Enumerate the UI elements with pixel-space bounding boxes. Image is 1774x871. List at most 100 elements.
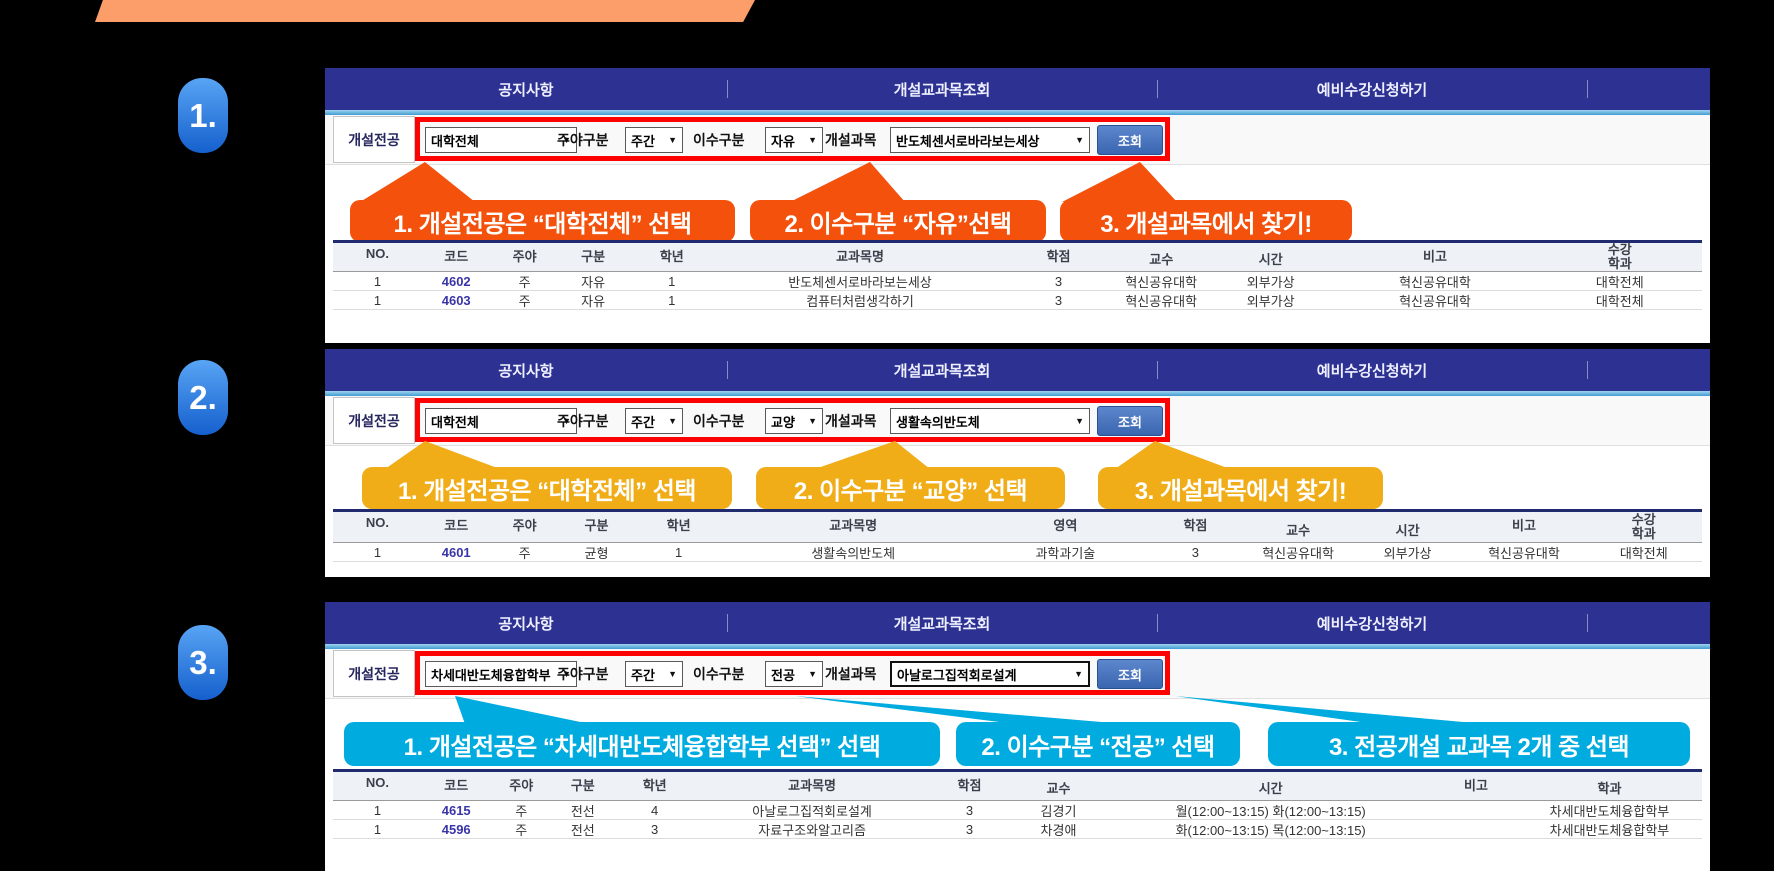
major-select[interactable]: 대학전체▼: [425, 127, 577, 153]
header-cell: 시간: [1353, 512, 1463, 542]
course-select-value: 반도체센서로바라보는세상: [896, 131, 1040, 150]
cell: 4: [614, 801, 696, 819]
callout-pointer: [1062, 162, 1177, 202]
tab-pre-registration[interactable]: 예비수강신청하기: [1157, 602, 1587, 644]
daynight-select[interactable]: 주간 ▼: [625, 661, 683, 687]
cell: 1: [333, 801, 422, 819]
cell: 대학전체: [1586, 543, 1702, 561]
filter-bar: 개설전공대학전체▼주야구분주간▼이수구분자유▼개설과목반도체센서로바라보는세상▼…: [325, 115, 1710, 165]
course-search-panel: 공지사항개설교과목조회예비수강신청하기개설전공차세대반도체융합학부▼주야구분주간…: [325, 602, 1710, 871]
header-cell: 구분: [559, 512, 634, 542]
tab-bar: 공지사항개설교과목조회예비수강신청하기: [325, 602, 1710, 644]
cell: 김경기: [1011, 801, 1107, 819]
cell: 전선: [552, 801, 614, 819]
cell: 3: [1004, 272, 1114, 290]
course-select[interactable]: 아날로그집적회로설계 ▼: [890, 661, 1090, 687]
cell: 1: [627, 291, 716, 309]
header-cell: 주야: [490, 772, 552, 800]
major-filter-label: 개설전공: [333, 116, 415, 163]
header-cell: 코드: [422, 243, 490, 271]
category-select-value: 교양: [771, 412, 795, 431]
tab-bar: 공지사항개설교과목조회예비수강신청하기: [325, 68, 1710, 110]
course-select-value: 아날로그집적회로설계: [897, 665, 1017, 684]
header-cell: 학점: [1148, 512, 1244, 542]
header-cell: 비고: [1462, 512, 1585, 542]
tab-course-list[interactable]: 개설교과목조회: [727, 602, 1157, 644]
course-code-link[interactable]: 4601: [422, 543, 490, 561]
callout-pointer: [790, 162, 905, 202]
tab-notice[interactable]: 공지사항: [325, 349, 727, 391]
chevron-down-icon: ▼: [808, 669, 817, 679]
course-select-value: 생활속의반도체: [896, 412, 980, 431]
daynight-select-value: 주간: [631, 665, 655, 684]
header-cell: 학년: [627, 243, 716, 271]
cell: 과학과기술: [983, 543, 1147, 561]
tab-notice[interactable]: 공지사항: [325, 602, 727, 644]
daynight-select[interactable]: 주간▼: [625, 408, 683, 434]
header-cell: 교수: [1243, 512, 1353, 542]
table-row: 14602주자유1반도체센서로바라보는세상3혁신공유대학외부가상혁신공유대학대학…: [333, 272, 1702, 291]
cell: 외부가상: [1209, 272, 1332, 290]
step-number-badge: 2.: [178, 360, 228, 435]
filter-bar: 개설전공차세대반도체융합학부▼주야구분주간▼이수구분전공▼개설과목아날로그집적회…: [325, 649, 1710, 699]
major-select[interactable]: 대학전체▼: [425, 408, 577, 434]
header-cell: NO.: [333, 772, 422, 800]
category-select[interactable]: 자유▼: [765, 127, 823, 153]
cell: 주: [490, 291, 558, 309]
table-row: 14601주균형1생활속의반도체과학과기술3혁신공유대학외부가상혁신공유대학대학…: [333, 543, 1702, 562]
header-cell: 구분: [552, 772, 614, 800]
cell: 자유: [559, 272, 627, 290]
chevron-down-icon: ▼: [1074, 669, 1083, 679]
tab-pre-registration[interactable]: 예비수강신청하기: [1157, 68, 1587, 110]
callout-pointer: [1175, 696, 1485, 724]
header-cell: 비고: [1332, 243, 1537, 271]
header-cell: 주야: [490, 512, 558, 542]
category-label: 이수구분: [693, 396, 745, 445]
category-select-value: 전공: [771, 665, 795, 684]
search-button[interactable]: 조회: [1097, 125, 1163, 155]
top-banner: [95, 0, 755, 22]
course-select[interactable]: 생활속의반도체 ▼: [890, 408, 1090, 434]
callout-step-2: 2. 이수구분 “교양” 선택: [756, 467, 1065, 509]
header-cell: 교과목명: [696, 772, 929, 800]
cell: 3: [928, 801, 1010, 819]
course-code-link[interactable]: 4602: [422, 272, 490, 290]
cell: 3: [1004, 291, 1114, 309]
course-select[interactable]: 반도체센서로바라보는세상▼: [890, 127, 1090, 153]
cell: 주: [490, 820, 552, 838]
category-select[interactable]: 전공 ▼: [765, 661, 823, 687]
header-cell: 시간: [1106, 772, 1435, 800]
chevron-down-icon: ▼: [1075, 416, 1084, 426]
category-select[interactable]: 교양▼: [765, 408, 823, 434]
header-cell: 교과목명: [723, 512, 983, 542]
callout-pointer: [455, 696, 590, 724]
cell: 외부가상: [1353, 543, 1463, 561]
tab-pre-registration[interactable]: 예비수강신청하기: [1157, 349, 1587, 391]
cell: 1: [333, 291, 422, 309]
category-select-value: 자유: [771, 131, 795, 150]
search-button[interactable]: 조회: [1097, 406, 1163, 436]
course-code-link[interactable]: 4603: [422, 291, 490, 309]
course-code-link[interactable]: 4615: [422, 801, 490, 819]
cell: 균형: [559, 543, 634, 561]
cell: 반도체센서로바라보는세상: [716, 272, 1003, 290]
major-select[interactable]: 차세대반도체융합학부▼: [425, 661, 577, 687]
search-button[interactable]: 조회: [1097, 659, 1163, 689]
cell: 1: [333, 820, 422, 838]
tab-course-list[interactable]: 개설교과목조회: [727, 349, 1157, 391]
header-cell: 학점: [928, 772, 1010, 800]
tab-course-list[interactable]: 개설교과목조회: [727, 68, 1157, 110]
cell: 대학전체: [1538, 291, 1702, 309]
table-header-row: NO.코드주야구분학년교과목명영역학점교수시간비고수강 학과: [333, 509, 1702, 543]
daynight-select[interactable]: 주간▼: [625, 127, 683, 153]
course-code-link[interactable]: 4596: [422, 820, 490, 838]
chevron-down-icon: ▼: [668, 669, 677, 679]
cell: 자료구조와알고리즘: [696, 820, 929, 838]
cell: 자유: [559, 291, 627, 309]
major-select-value: 대학전체: [431, 412, 479, 431]
tab-notice[interactable]: 공지사항: [325, 68, 727, 110]
cell: 3: [928, 820, 1010, 838]
header-cell: 주야: [490, 243, 558, 271]
cell: 화(12:00~13:15) 목(12:00~13:15): [1106, 820, 1435, 838]
major-filter-label: 개설전공: [333, 397, 415, 444]
